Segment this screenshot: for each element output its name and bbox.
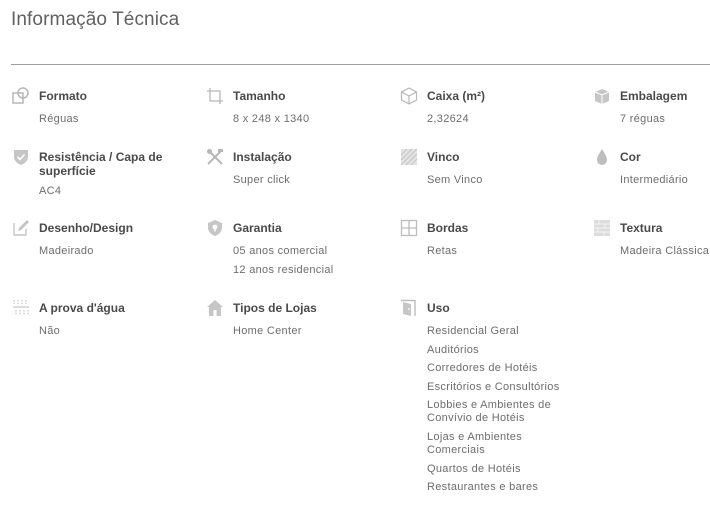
- spec-label: Textura: [620, 221, 663, 235]
- tools-icon: [206, 148, 224, 166]
- title-divider: [11, 64, 710, 65]
- box-icon: [400, 87, 418, 105]
- spec-value: Sem Vinco: [427, 174, 483, 186]
- spec-label: Garantia: [233, 221, 282, 235]
- shield-check-icon: [12, 148, 30, 166]
- spec-value: Home Center: [233, 325, 302, 337]
- water-icon: [12, 299, 30, 317]
- spec-label: A prova d'água: [39, 301, 125, 315]
- spec-value: 2,32624: [427, 113, 469, 125]
- spec-value: Quartos de Hotéis: [427, 462, 521, 475]
- spec-value: Super click: [233, 174, 291, 186]
- spec-value: Lobbies e Ambientes de Convívio de Hotéi…: [427, 399, 552, 425]
- spec-value: 05 anos comercial: [233, 245, 328, 257]
- spec-label: Uso: [427, 301, 450, 315]
- shapes-icon: [12, 87, 30, 105]
- spec-label: Embalagem: [620, 89, 688, 103]
- page-title: Informação Técnica: [11, 9, 180, 30]
- spec-value: Escritórios e Consultórios: [427, 380, 560, 393]
- spec-value: 8 x 248 x 1340: [233, 113, 310, 125]
- crop-icon: [206, 87, 224, 105]
- spec-label: Tamanho: [233, 89, 286, 103]
- spec-value: Restaurantes e bares: [427, 481, 539, 494]
- spec-label: Cor: [620, 150, 641, 164]
- spec-value: Residencial Geral: [427, 325, 519, 337]
- spec-label: Bordas: [427, 221, 469, 235]
- spec-value: Retas: [427, 245, 458, 257]
- texture-icon: [593, 219, 611, 237]
- spec-value: Intermediário: [620, 174, 689, 186]
- spec-value: Réguas: [39, 113, 79, 125]
- store-icon: [206, 299, 224, 317]
- spec-label: Vinco: [427, 150, 460, 164]
- spec-value: Lojas e Ambientes Comerciais: [427, 430, 522, 456]
- spec-label: Formato: [39, 89, 87, 103]
- spec-value: 7 réguas: [620, 113, 666, 125]
- spec-label: Instalação: [233, 150, 292, 164]
- spec-value: AC4: [39, 185, 62, 197]
- door-icon: [400, 299, 418, 317]
- pencil-icon: [12, 219, 30, 237]
- spec-value: Auditórios: [427, 343, 479, 356]
- spec-label: Caixa (m²): [427, 89, 486, 103]
- spec-value: 12 anos residencial: [233, 263, 334, 276]
- spec-value: Corredores de Hotéis: [427, 362, 538, 375]
- package-icon: [593, 87, 611, 105]
- grid-icon: [400, 219, 418, 237]
- spec-value: Não: [39, 325, 61, 337]
- shield-lock-icon: [206, 219, 224, 237]
- spec-value: Madeira Clássica: [620, 245, 710, 257]
- drop-icon: [593, 148, 611, 166]
- hatch-icon: [400, 148, 418, 166]
- spec-label: Resistência / Capa de superfície: [39, 150, 163, 178]
- spec-value: Madeirado: [39, 245, 94, 257]
- spec-label: Tipos de Lojas: [233, 301, 317, 315]
- spec-label: Desenho/Design: [39, 221, 134, 235]
